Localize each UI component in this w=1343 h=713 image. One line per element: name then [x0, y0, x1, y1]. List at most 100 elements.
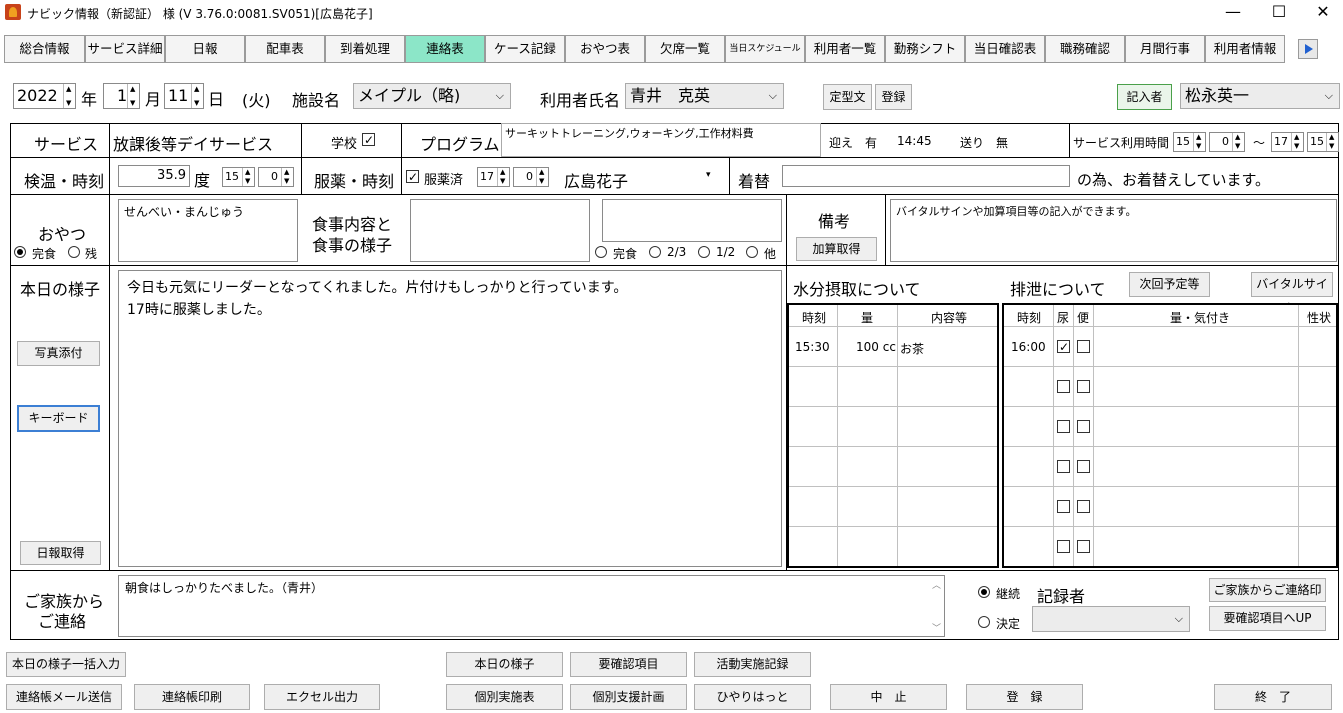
meal-state-input[interactable]	[602, 199, 782, 242]
template-button[interactable]: 定型文	[823, 84, 872, 110]
scroll-up-icon[interactable]: ︿	[932, 578, 941, 591]
tab-user-list[interactable]: 利用者一覧	[805, 35, 885, 63]
meal-12-radio[interactable]	[698, 246, 710, 258]
start-minute-stepper[interactable]: 0	[1209, 132, 1245, 152]
today-textarea[interactable]: 今日も元気にリーダーとなってくれました。片付けもしっかりと行っています。 17時…	[118, 270, 782, 567]
tab-vehicle[interactable]: 配車表	[245, 35, 325, 63]
exit-button[interactable]: 終 了	[1214, 684, 1332, 710]
tab-shift[interactable]: 勤務シフト	[885, 35, 965, 63]
temp-input[interactable]: 35.9	[118, 165, 190, 187]
photo-attach-button[interactable]: 写真添付	[17, 341, 100, 366]
writer-button[interactable]: 記入者	[1117, 84, 1172, 110]
tab-schedule[interactable]: 当日スケジュール	[725, 35, 805, 63]
urine-checkbox[interactable]	[1057, 340, 1070, 353]
end-minute-stepper[interactable]: 15	[1307, 132, 1339, 152]
calc-button[interactable]: 加算取得	[796, 237, 877, 261]
year-stepper[interactable]: 2022	[13, 83, 76, 109]
support-plan-button[interactable]: 個別支援計画	[570, 684, 687, 710]
meal-full-radio[interactable]	[595, 246, 607, 258]
register-small-button[interactable]: 登録	[875, 84, 912, 110]
urine-checkbox[interactable]	[1057, 380, 1070, 393]
next-plan-button[interactable]: 次回予定等	[1129, 272, 1210, 297]
day-stepper[interactable]: 11	[164, 83, 204, 109]
tab-arrival[interactable]: 到着処理	[325, 35, 405, 63]
confirm-items-button[interactable]: 要確認項目	[570, 652, 687, 677]
close-button[interactable]: ✕	[1300, 0, 1343, 26]
med-staff[interactable]: 広島花子	[564, 168, 628, 192]
snack-remain-radio[interactable]	[68, 246, 80, 258]
meal-other-radio[interactable]	[746, 246, 758, 258]
school-checkbox[interactable]	[362, 133, 375, 146]
med-done-label: 服薬済	[424, 173, 464, 188]
excel-export-button[interactable]: エクセル出力	[264, 684, 380, 710]
tab-duty-check[interactable]: 職務確認	[1045, 35, 1125, 63]
med-minute-stepper[interactable]: 0	[513, 167, 549, 187]
continue-radio[interactable]	[978, 586, 990, 598]
vital-sign-button[interactable]: バイタルサイン	[1251, 272, 1333, 314]
temp-minute-stepper[interactable]: 0	[258, 167, 294, 187]
med-staff-dropdown-icon[interactable]: ▾	[706, 170, 711, 180]
stool-checkbox[interactable]	[1077, 340, 1090, 353]
water-col-amount: 量	[861, 311, 874, 325]
stool-checkbox[interactable]	[1077, 500, 1090, 513]
minimize-button[interactable]: —	[1210, 0, 1256, 26]
snack-full-radio[interactable]	[14, 246, 26, 258]
urine-checkbox[interactable]	[1057, 500, 1070, 513]
program-field[interactable]: サーキットトレーニング,ウォーキング,工作材料費	[501, 123, 821, 157]
tab-service-detail[interactable]: サービス詳細	[85, 35, 165, 63]
urine-checkbox[interactable]	[1057, 420, 1070, 433]
continue-label: 継続	[996, 587, 1021, 601]
tab-case-record[interactable]: ケース記録	[485, 35, 565, 63]
month-stepper[interactable]: 1	[103, 83, 140, 109]
water-label: 水分摂取について	[793, 280, 921, 299]
weekday: (火)	[242, 91, 271, 110]
temp-hour-stepper[interactable]: 15	[222, 167, 255, 187]
urine-checkbox[interactable]	[1057, 540, 1070, 553]
daily-get-button[interactable]: 日報取得	[20, 541, 101, 565]
user-select[interactable]: 青井 克英 ⌵	[625, 83, 784, 109]
meal-other-label: 他	[764, 247, 777, 261]
tab-day-check[interactable]: 当日確認表	[965, 35, 1045, 63]
writer-select[interactable]: 松永英一 ⌵	[1180, 83, 1340, 109]
tab-user-info[interactable]: 利用者情報	[1205, 35, 1285, 63]
mail-send-button[interactable]: 連絡帳メール送信	[6, 684, 122, 710]
bulk-input-button[interactable]: 本日の様子一括入力	[6, 652, 126, 677]
activity-record-button[interactable]: 活動実施記録	[694, 652, 811, 677]
end-hour-stepper[interactable]: 17	[1271, 132, 1304, 152]
next-tabs-icon[interactable]	[1298, 39, 1318, 59]
snack-input[interactable]: せんべい・まんじゅう	[118, 199, 298, 262]
meal-23-radio[interactable]	[649, 246, 661, 258]
start-hour-stepper[interactable]: 15	[1173, 132, 1206, 152]
maximize-button[interactable]: ☐	[1256, 0, 1302, 26]
scroll-down-icon[interactable]: ﹀	[932, 621, 941, 634]
tab-overview[interactable]: 総合情報	[4, 35, 85, 63]
confirm-up-button[interactable]: 要確認項目へUP	[1209, 606, 1326, 631]
meal-content-input[interactable]	[410, 199, 590, 262]
stool-checkbox[interactable]	[1077, 460, 1090, 473]
stool-checkbox[interactable]	[1077, 420, 1090, 433]
tab-absence[interactable]: 欠席一覧	[645, 35, 725, 63]
tab-snack[interactable]: おやつ表	[565, 35, 645, 63]
family-print-button[interactable]: ご家族からご連絡印刷	[1209, 578, 1326, 619]
med-done-checkbox[interactable]	[406, 170, 419, 183]
recorder-select[interactable]: ⌵	[1032, 606, 1190, 632]
today-button[interactable]: 本日の様子	[446, 652, 563, 677]
stool-checkbox[interactable]	[1077, 380, 1090, 393]
print-button[interactable]: 連絡帳印刷	[134, 684, 250, 710]
decide-radio[interactable]	[978, 616, 990, 628]
keyboard-button[interactable]: キーボード	[17, 405, 100, 432]
med-hour-stepper[interactable]: 17	[477, 167, 510, 187]
cancel-button[interactable]: 中 止	[830, 684, 947, 710]
urine-checkbox[interactable]	[1057, 460, 1070, 473]
family-textarea[interactable]: 朝食はしっかりたべました。（青井） ︿ ﹀	[118, 575, 945, 637]
notes-input[interactable]: バイタルサインや加算項目等の記入ができます。	[890, 199, 1337, 262]
stool-checkbox[interactable]	[1077, 540, 1090, 553]
tab-daily-report[interactable]: 日報	[165, 35, 245, 63]
facility-select[interactable]: メイプル（略) ⌵	[353, 83, 511, 109]
tab-contact[interactable]: 連絡表	[405, 35, 485, 63]
tab-monthly[interactable]: 月間行事	[1125, 35, 1205, 63]
individual-table-button[interactable]: 個別実施表	[446, 684, 563, 710]
save-button[interactable]: 登 録	[966, 684, 1083, 710]
near-miss-button[interactable]: ひやりはっと	[694, 684, 811, 710]
change-input[interactable]	[782, 165, 1070, 187]
